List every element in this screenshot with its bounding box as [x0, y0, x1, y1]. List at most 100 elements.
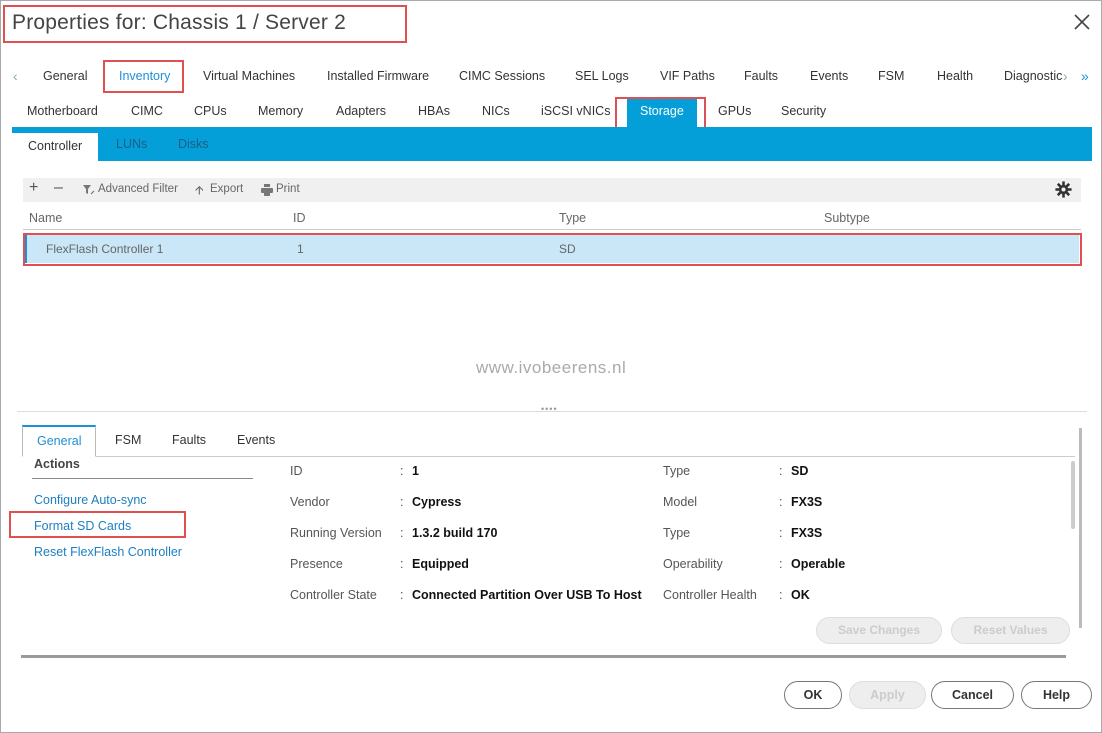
advanced-filter-button[interactable]: Advanced Filter: [98, 183, 178, 195]
prop-label-type: Type: [663, 464, 691, 478]
tab-fsm[interactable]: FSM: [878, 69, 904, 83]
prop-label-operability: Operability: [663, 557, 723, 571]
tab-controller[interactable]: Controller: [12, 131, 99, 161]
prop-value-type-2: FX3S: [791, 526, 823, 540]
prop-label-controller-health: Controller Health: [663, 588, 757, 602]
tab-faults[interactable]: Faults: [744, 69, 778, 83]
detail-tab-fsm[interactable]: FSM: [115, 433, 141, 447]
tab-motherboard[interactable]: Motherboard: [27, 104, 98, 118]
format-sd-cards-link[interactable]: Format SD Cards: [34, 519, 131, 533]
colon: :: [779, 588, 783, 602]
colon: :: [779, 526, 783, 540]
colon: :: [779, 557, 783, 571]
tab-sel-logs[interactable]: SEL Logs: [575, 69, 629, 83]
colon: :: [400, 588, 404, 602]
tab-scroll-right-icon[interactable]: ›: [1063, 68, 1068, 84]
cell-type: SD: [559, 242, 576, 256]
tab-general[interactable]: General: [43, 69, 87, 83]
splitter-grip-icon[interactable]: ••••: [541, 404, 558, 414]
prop-value-controller-state: Connected Partition Over USB To Host: [412, 588, 642, 602]
reset-values-button[interactable]: Reset Values: [951, 617, 1070, 644]
watermark: www.ivobeerens.nl: [476, 358, 627, 377]
actions-heading: Actions: [34, 457, 80, 471]
detail-vertical-scrollbar-track[interactable]: [1079, 428, 1082, 628]
tab-overflow-icon[interactable]: »: [1081, 68, 1089, 84]
storage-tabs: Controller LUNs Disks: [12, 127, 1092, 161]
apply-button[interactable]: Apply: [849, 681, 926, 709]
prop-label-controller-state: Controller State: [290, 588, 377, 602]
column-header-subtype[interactable]: Subtype: [824, 211, 870, 225]
save-changes-button[interactable]: Save Changes: [816, 617, 942, 644]
print-button[interactable]: Print: [276, 183, 300, 195]
tab-storage[interactable]: Storage: [627, 97, 697, 127]
table-toolbar: + – Advanced Filter 🡩 Export Print: [23, 178, 1081, 202]
prop-label-running-version: Running Version: [290, 526, 382, 540]
tab-events[interactable]: Events: [810, 69, 848, 83]
reset-flexflash-controller-link[interactable]: Reset FlexFlash Controller: [34, 545, 182, 559]
prop-label-presence: Presence: [290, 557, 343, 571]
detail-tab-faults[interactable]: Faults: [172, 433, 206, 447]
tab-nics[interactable]: NICs: [482, 104, 510, 118]
tab-disks[interactable]: Disks: [178, 137, 209, 151]
prop-value-type: SD: [791, 464, 809, 478]
colon: :: [400, 464, 404, 478]
main-tabs: ‹ General Inventory Virtual Machines Ins…: [1, 65, 1102, 89]
detail-tab-events[interactable]: Events: [237, 433, 275, 447]
prop-value-operability: Operable: [791, 557, 846, 571]
ok-button[interactable]: OK: [784, 681, 842, 709]
gear-icon[interactable]: [1055, 181, 1072, 198]
detail-tabs: General FSM Faults Events: [22, 425, 1075, 457]
tab-gpus[interactable]: GPUs: [718, 104, 751, 118]
tab-cimc-sessions[interactable]: CIMC Sessions: [459, 69, 545, 83]
prop-label-id: ID: [290, 464, 303, 478]
tab-memory[interactable]: Memory: [258, 104, 303, 118]
properties-vertical-scrollbar[interactable]: [1071, 461, 1075, 529]
cell-name: FlexFlash Controller 1: [46, 242, 164, 256]
export-button[interactable]: Export: [210, 183, 243, 195]
column-header-name[interactable]: Name: [29, 211, 62, 225]
filter-icon: [83, 185, 95, 195]
inventory-tabs: Motherboard CIMC CPUs Memory Adapters HB…: [1, 97, 1102, 127]
colon: :: [400, 557, 404, 571]
tab-diagnostic[interactable]: Diagnostic: [1004, 69, 1062, 83]
column-header-id[interactable]: ID: [293, 211, 306, 225]
tab-hbas[interactable]: HBAs: [418, 104, 450, 118]
table-header: Name ID Type Subtype: [23, 206, 1081, 230]
tab-vif-paths[interactable]: VIF Paths: [660, 69, 715, 83]
colon: :: [400, 526, 404, 540]
tab-virtual-machines[interactable]: Virtual Machines: [203, 69, 295, 83]
tab-iscsi-vnics[interactable]: iSCSI vNICs: [541, 104, 610, 118]
column-header-type[interactable]: Type: [559, 211, 586, 225]
dialog-title: Properties for: Chassis 1 / Server 2: [12, 11, 346, 34]
detail-tab-general[interactable]: General: [22, 425, 97, 457]
configure-auto-sync-link[interactable]: Configure Auto-sync: [34, 493, 147, 507]
tab-scroll-left-icon[interactable]: ‹: [13, 68, 18, 84]
tab-health[interactable]: Health: [937, 69, 973, 83]
tab-adapters[interactable]: Adapters: [336, 104, 386, 118]
prop-label-vendor: Vendor: [290, 495, 330, 509]
export-icon: 🡩: [195, 183, 204, 197]
prop-label-type-2: Type: [663, 526, 691, 540]
tab-luns[interactable]: LUNs: [116, 137, 147, 151]
prop-label-model: Model: [663, 495, 698, 509]
add-icon[interactable]: +: [29, 179, 38, 197]
colon: :: [779, 464, 783, 478]
cell-id: 1: [297, 242, 304, 256]
tab-cpus[interactable]: CPUs: [194, 104, 227, 118]
prop-value-vendor: Cypress: [412, 495, 462, 509]
prop-value-running-version: 1.3.2 build 170: [412, 526, 498, 540]
horizontal-scrollbar[interactable]: [21, 655, 1066, 658]
actions-divider: [32, 478, 253, 479]
tab-inventory[interactable]: Inventory: [119, 69, 170, 83]
remove-icon[interactable]: –: [54, 179, 63, 197]
tab-installed-firmware[interactable]: Installed Firmware: [327, 69, 429, 83]
cancel-button[interactable]: Cancel: [931, 681, 1014, 709]
tab-security[interactable]: Security: [781, 104, 826, 118]
colon: :: [400, 495, 404, 509]
help-button[interactable]: Help: [1021, 681, 1092, 709]
close-icon[interactable]: [1071, 11, 1093, 33]
print-icon: [261, 184, 273, 196]
prop-value-id: 1: [412, 464, 419, 478]
table-row[interactable]: FlexFlash Controller 1 1 SD: [25, 235, 1079, 263]
tab-cimc[interactable]: CIMC: [131, 104, 163, 118]
